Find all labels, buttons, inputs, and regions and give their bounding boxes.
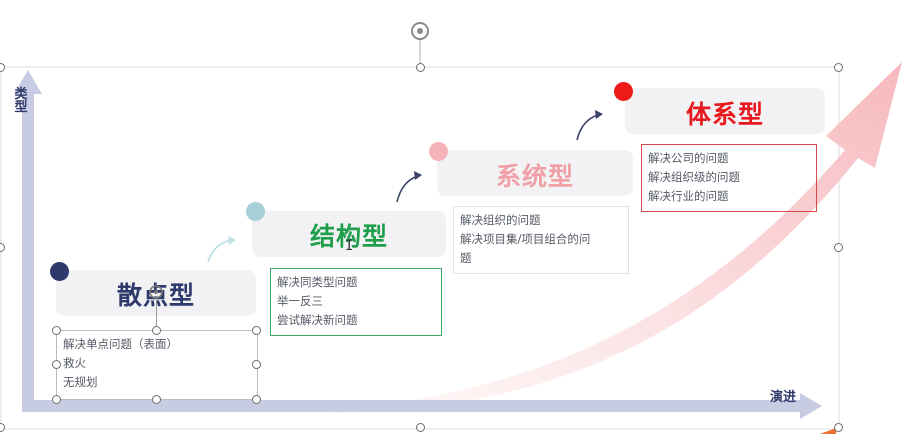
frame-resize-handle-mr[interactable] [834,243,843,252]
frame-resize-handle-bc[interactable] [416,423,425,432]
stage2-line-1: 解决同类型问题 [277,275,358,289]
x-axis-arrowhead [800,393,822,419]
y-axis-label: 类型 [14,87,28,115]
stage1-line-3: 无规划 [63,375,98,389]
text-cursor-icon: I [345,238,354,254]
stage3-title[interactable]: 系统型 [437,157,633,193]
box-resize-handle-tc[interactable] [152,326,161,335]
rotate-handle-center [417,28,423,34]
stage4-description-box[interactable]: 解决公司的问题 解决组织级的问题 解决行业的问题 [641,144,817,212]
stage1-line-1: 解决单点问题（表面） [63,337,178,351]
stage4-line-3: 解决行业的问题 [648,189,729,203]
box-resize-handle-br[interactable] [252,395,261,404]
stage3-line-1: 解决组织的问题 [460,213,541,227]
frame-resize-handle-tr[interactable] [834,63,843,72]
frame-resize-handle-br[interactable] [834,423,843,432]
frame-resize-handle-tc[interactable] [416,63,425,72]
x-axis-shaft [22,400,802,412]
box-resize-handle-tr[interactable] [252,326,261,335]
stage1-description-box[interactable]: 解决单点问题（表面） 救火 无规划 [56,330,258,400]
stage4-title[interactable]: 体系型 [625,95,825,131]
step-arrow-3 [576,114,599,141]
y-axis-shaft [22,92,34,408]
box-resize-handle-ml[interactable] [52,360,61,369]
stage1-line-2: 救火 [63,356,86,370]
stage2-line-3: 尝试解决新问题 [277,313,358,327]
stage2-line-2: 举一反三 [277,294,323,308]
box-resize-handle-tl[interactable] [52,326,61,335]
box-resize-handle-mr[interactable] [252,360,261,369]
stage3-line-2: 解决项目集/项目组合的问 [460,232,591,246]
stage3-description-box[interactable]: 解决组织的问题 解决项目集/项目组合的问 题 [453,206,629,274]
box-rotate-stem [156,300,157,326]
step-arrow-2-head [414,171,422,180]
stage4-line-1: 解决公司的问题 [648,151,729,165]
step-arrow-1-head [228,236,236,245]
step-arrow-3-head [595,110,603,119]
x-axis-label: 演进 [770,390,797,405]
diagram-canvas: 类型 演进 散点型 解决单点问题（表面） 救火 无规划 结构型 解决同类型问题 … [0,0,918,434]
box-resize-handle-bc[interactable] [152,395,161,404]
box-resize-handle-bl[interactable] [52,395,61,404]
stage2-description-box[interactable]: 解决同类型问题 举一反三 尝试解决新问题 [270,268,442,336]
stage4-line-2: 解决组织级的问题 [648,170,740,184]
step-arrow-2 [396,175,419,203]
step-arrow-1 [207,239,233,263]
box-rotate-icon[interactable] [147,283,165,301]
stage3-line-3: 题 [460,251,472,265]
